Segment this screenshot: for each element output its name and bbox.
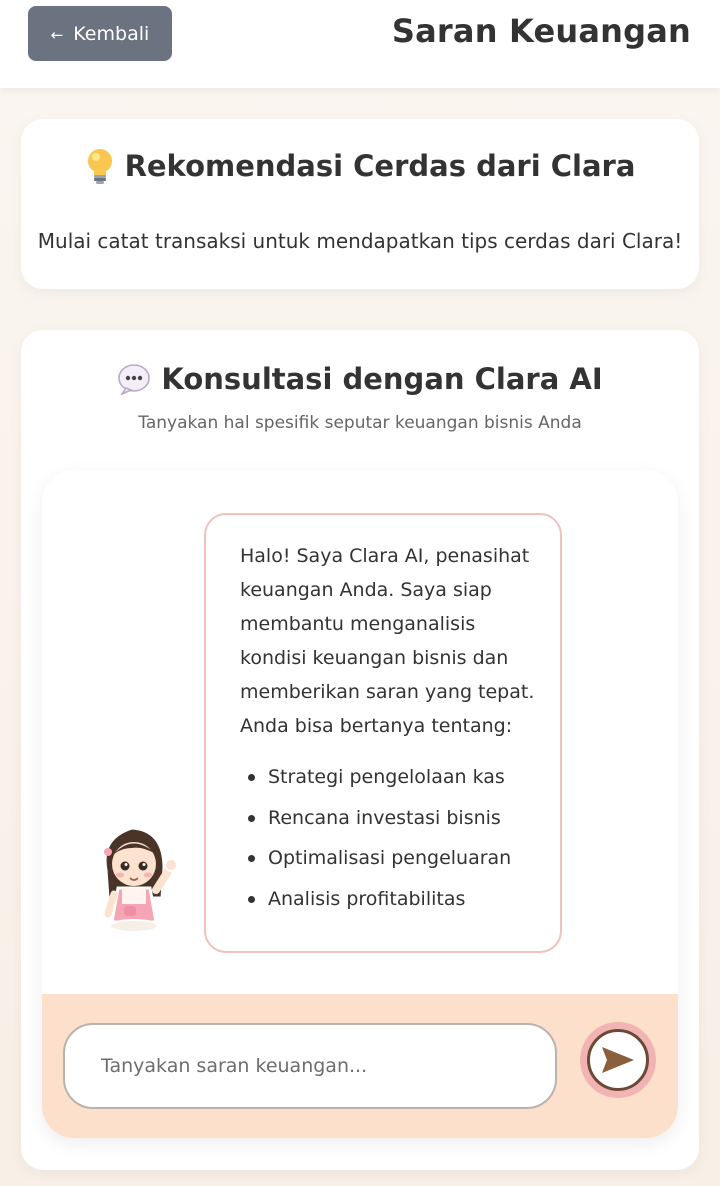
lightbulb-icon	[87, 149, 112, 184]
recommendation-card: Rekomendasi Cerdas dari Clara Mulai cata…	[21, 119, 699, 289]
consultation-title: Konsultasi dengan Clara AI	[161, 362, 603, 396]
consultation-subtitle: Tanyakan hal spesifik seputar keuangan b…	[138, 413, 582, 433]
recommendation-header: Rekomendasi Cerdas dari Clara	[21, 147, 699, 185]
back-button[interactable]: ← Kembali	[28, 6, 172, 61]
chat-window: Halo! Saya Clara AI, penasihat keuangan …	[42, 470, 678, 1138]
consultation-header: Konsultasi dengan Clara AI	[21, 362, 699, 396]
page-title: Saran Keuangan	[391, 12, 691, 50]
consultation-card: Konsultasi dengan Clara AI Tanyakan hal …	[21, 330, 699, 1170]
send-arrow-icon	[602, 1047, 634, 1073]
recommendation-title: Rekomendasi Cerdas dari Clara	[124, 149, 636, 183]
assistant-message-intro: Halo! Saya Clara AI, penasihat keuangan …	[240, 545, 535, 737]
assistant-message-bubble: Halo! Saya Clara AI, penasihat keuangan …	[204, 513, 562, 953]
send-button-inner	[587, 1029, 649, 1091]
chat-input[interactable]	[63, 1023, 557, 1109]
back-arrow-icon: ←	[50, 26, 64, 44]
list-item: Analisis profitabilitas	[240, 879, 540, 920]
list-item: Optimalisasi pengeluaran	[240, 838, 540, 879]
list-item: Strategi pengelolaan kas	[240, 757, 540, 798]
clara-avatar-icon	[103, 826, 178, 933]
back-button-label: Kembali	[73, 22, 150, 45]
speech-bubble-icon	[118, 364, 151, 395]
recommendation-message: Mulai catat transaksi untuk mendapatkan …	[37, 229, 683, 253]
chat-input-bar	[42, 994, 678, 1138]
assistant-topic-list: Strategi pengelolaan kas Rencana investa…	[240, 757, 540, 919]
send-button[interactable]	[580, 1022, 656, 1098]
top-bar: ← Kembali Saran Keuangan	[0, 0, 720, 88]
list-item: Rencana investasi bisnis	[240, 798, 540, 839]
